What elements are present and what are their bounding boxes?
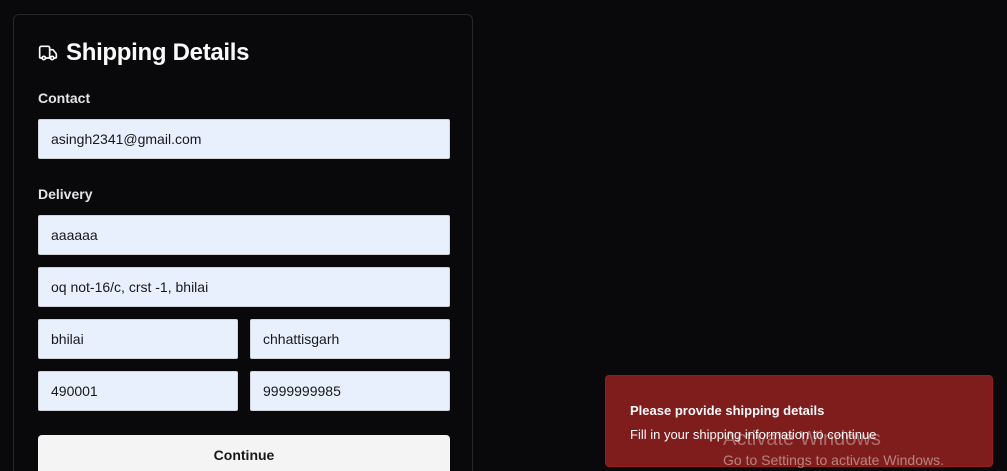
phone-field[interactable]: 9999999985: [250, 371, 450, 411]
name-field[interactable]: aaaaaa: [38, 215, 450, 255]
state-field[interactable]: chhattisgarh: [250, 319, 450, 359]
activate-windows-watermark: Activate Windows: [723, 428, 881, 450]
pincode-field[interactable]: 490001: [38, 371, 238, 411]
activate-windows-hint: Go to Settings to activate Windows.: [723, 452, 944, 468]
card-header: Shipping Details: [38, 39, 250, 67]
contact-label: Contact: [38, 90, 91, 106]
truck-icon: [38, 43, 58, 63]
toast-title: Please provide shipping details: [630, 403, 825, 418]
shipping-details-card: Shipping Details Contact asingh2341@gmai…: [13, 14, 473, 471]
email-field[interactable]: asingh2341@gmail.com: [38, 119, 450, 159]
city-field[interactable]: bhilai: [38, 319, 238, 359]
delivery-label: Delivery: [38, 186, 93, 202]
continue-button[interactable]: Continue: [38, 435, 450, 471]
page-title: Shipping Details: [66, 39, 250, 66]
address-field[interactable]: oq not-16/c, crst -1, bhilai: [38, 267, 450, 307]
